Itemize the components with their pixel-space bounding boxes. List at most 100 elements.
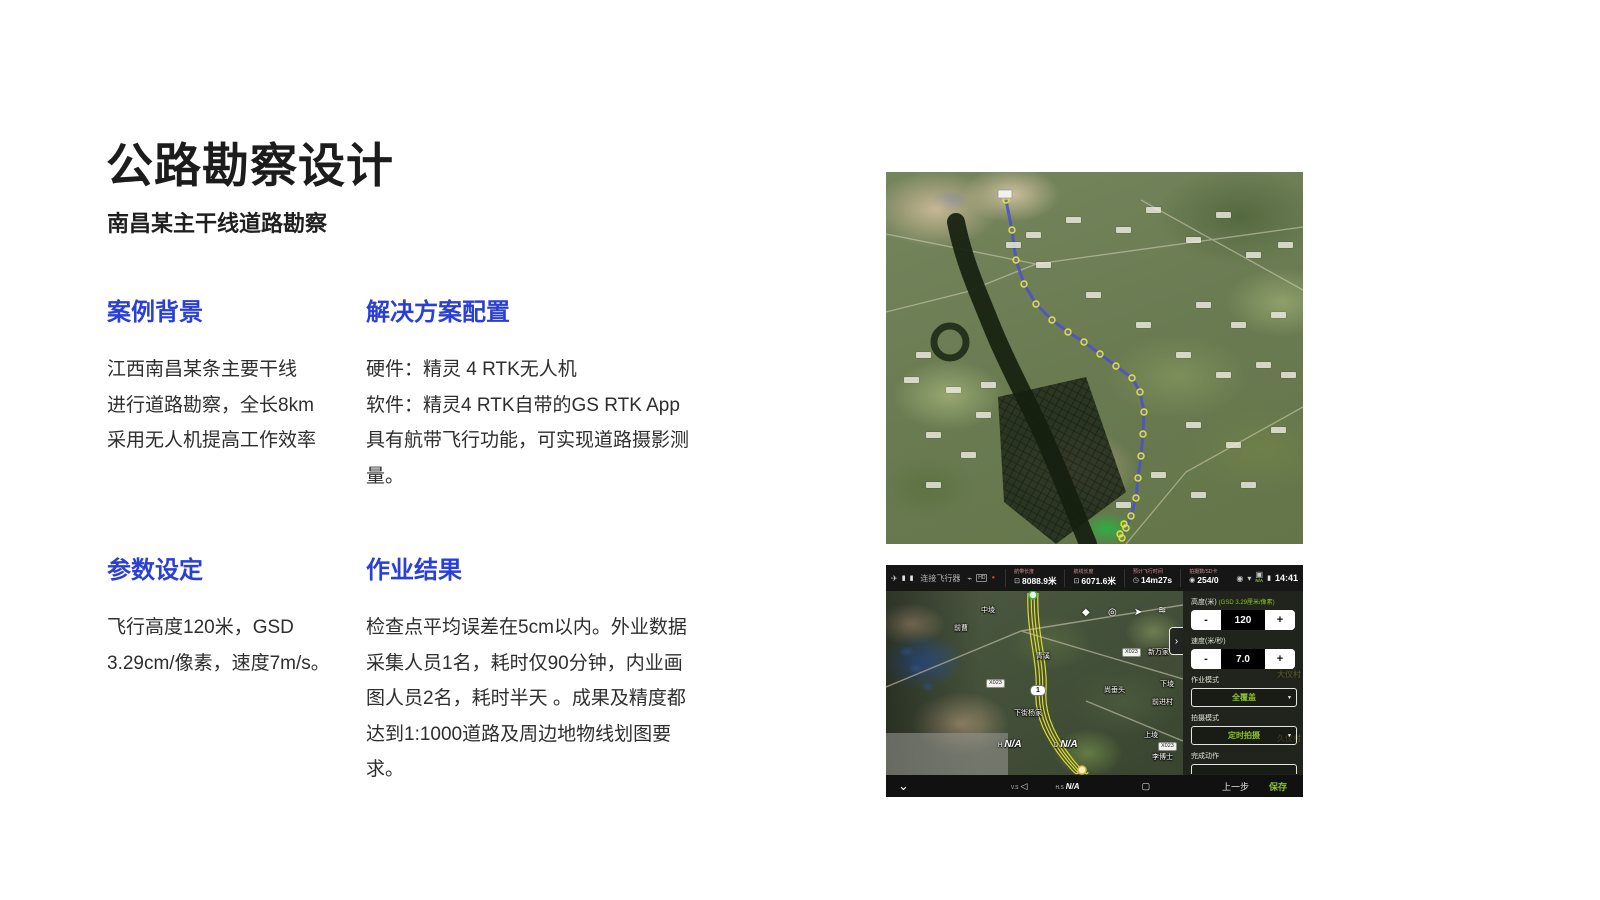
map-label-chip: [1116, 227, 1131, 233]
gimbal-icon: ⌁: [967, 574, 972, 583]
speed-stepper: - 7.0 +: [1191, 649, 1295, 669]
locate-icon[interactable]: ◎: [1108, 607, 1117, 618]
speed-label: 速度(米/秒): [1191, 636, 1295, 646]
location-pin-icon: ◉: [1236, 574, 1243, 583]
map-label-chip: [1271, 427, 1286, 433]
altitude-plus-button[interactable]: +: [1265, 610, 1295, 630]
map-label-chip: [1146, 207, 1161, 213]
finish-action-dropdown[interactable]: [1191, 764, 1297, 774]
corridor-start-marker: [1029, 591, 1037, 599]
map-label-chip: [1241, 482, 1256, 488]
work-mode-dropdown[interactable]: 全覆盖 ▼: [1191, 688, 1297, 707]
cast-icon: ▣ N/A: [1255, 572, 1263, 584]
corridor-end-marker: [1078, 766, 1086, 774]
map-label-chip: [981, 382, 996, 388]
map-label: 青溪: [1036, 651, 1050, 661]
altitude-label: 高度(米): [1191, 597, 1217, 607]
photo-icon: ⊡: [1073, 577, 1079, 585]
status-icons: ◉ ▾ ▣ N/A ▮ 14:41: [1236, 572, 1298, 584]
map-label: 中堎: [981, 605, 995, 615]
panel-collapse-button[interactable]: ›: [1169, 627, 1183, 655]
speaker-icon: ◁: [1021, 781, 1028, 792]
focus-icon[interactable]: ◆: [1082, 607, 1090, 618]
collapse-chevron-icon[interactable]: ⌄: [898, 781, 909, 791]
map-label: 尚垂头: [1104, 685, 1125, 695]
map-label: X023: [1122, 648, 1141, 657]
map-label-chip: [1186, 237, 1201, 243]
section-heading: 解决方案配置: [366, 292, 726, 327]
map-label: 李博士: [1152, 752, 1173, 762]
clock-time: 14:41: [1275, 573, 1298, 583]
chevron-down-icon: ▼: [1287, 733, 1292, 739]
horizontal-speed-indicator: H.S N/A: [1055, 782, 1079, 791]
speed-plus-button[interactable]: +: [1265, 649, 1295, 669]
route-map-overlay: [886, 172, 1303, 544]
altitude-value: 120: [1221, 610, 1265, 630]
map-label: 下街杨家: [1014, 708, 1042, 718]
map-label-chip: [1281, 372, 1296, 378]
map-label-chip: [1196, 302, 1211, 308]
app-bottom-bar: ⌄ V.S ◁ H.S N/A ▢ 上一步 保存: [886, 775, 1303, 797]
section-body: 江西南昌某条主要干线 进行道路勘察，全长8km 采用无人机提高工作效率: [107, 352, 362, 459]
map-label-chip: [946, 387, 961, 393]
section-body: 硬件：精灵 4 RTK无人机 软件：精灵4 RTK自带的GS RTK App 具…: [366, 352, 726, 494]
previous-step-button[interactable]: 上一步: [1222, 780, 1249, 793]
map-label: 上堎: [1144, 730, 1158, 740]
route-start-label-chip: [998, 190, 1012, 198]
map-label-chip: [1246, 252, 1261, 258]
wifi-icon: ▾: [1247, 574, 1251, 583]
vertical-speed-indicator: V.S ◁: [1011, 781, 1028, 792]
hd-badge: HD: [976, 574, 987, 582]
map-label: 前曹: [954, 623, 968, 633]
altitude-minus-button[interactable]: -: [1191, 610, 1221, 630]
map-label-chip: [1086, 292, 1101, 298]
map-label: 新万家: [1148, 647, 1169, 657]
connect-aircraft-status: 连接飞行器: [920, 573, 960, 584]
map-label: 大仪村: [1277, 669, 1301, 680]
section-case-background: 案例背景 江西南昌某条主要干线 进行道路勘察，全长8km 采用无人机提高工作效率: [107, 292, 362, 459]
map-label-chip: [1036, 262, 1051, 268]
section-body: 飞行高度120米，GSD 3.29cm/像素，速度7m/s。: [107, 610, 362, 681]
signal-na-status: N/A: [1255, 578, 1263, 584]
section-body: 检查点平均误差在5cm以内。外业数据 采集人员1名，耗时仅90分钟，内业画 图人…: [366, 610, 726, 788]
section-solution-config: 解决方案配置 硬件：精灵 4 RTK无人机 软件：精灵4 RTK自带的GS RT…: [366, 292, 726, 494]
map-label: 下堎: [1160, 679, 1174, 689]
map-label: X023: [986, 679, 1005, 688]
map-label-chip: [1271, 312, 1286, 318]
navigation-arrow-icon[interactable]: ➤: [1134, 607, 1142, 618]
map-label: X023: [1158, 742, 1177, 751]
route-number-badge: 1: [1030, 685, 1046, 696]
layers-icon[interactable]: ≋: [1158, 605, 1166, 616]
stat-photo-count: 拍摄数/SD卡 ◉254/0: [1180, 569, 1226, 587]
stop-square-icon[interactable]: ▢: [1142, 781, 1151, 792]
stat-flight-time: 预计飞行时间 ◷14m27s: [1124, 569, 1180, 587]
speed-minus-button[interactable]: -: [1191, 649, 1221, 669]
flight-stats: 航带长度 ⊡8088.9米 航线长度 ⊡6071.6米 预计飞行时间 ◷14m2…: [1005, 569, 1226, 587]
map-label-chip: [1231, 322, 1246, 328]
stat-route-length: 航带长度 ⊡8088.9米: [1005, 569, 1064, 587]
map-label-chip: [1066, 217, 1081, 223]
shoot-mode-dropdown[interactable]: 定时拍摄 ▼: [1191, 726, 1297, 745]
gs-rtk-app-screenshot: ✈ ▮ ▮ 连接飞行器 ⌁ HD ● 航带长度 ⊡8088.9米 航线长度 ⊡6…: [886, 565, 1303, 797]
map-label-chip: [904, 377, 919, 383]
map-label-chip: [1186, 422, 1201, 428]
section-heading: 作业结果: [366, 550, 726, 585]
blurred-region: [886, 733, 1008, 775]
mission-settings-panel: 大仪村 久仪村 高度(米) (GSD 3.29厘米/像素) - 120 + 速度…: [1183, 591, 1303, 775]
page-title: 公路勘察设计: [106, 127, 394, 196]
record-status-icon: ●: [991, 575, 995, 581]
remote-controller-icon: ✈: [891, 574, 898, 583]
map-label-chip: [1136, 322, 1151, 328]
map-label-chip: [1176, 352, 1191, 358]
page-subtitle: 南昌某主干线道路勘察: [107, 206, 327, 238]
save-button[interactable]: 保存: [1269, 780, 1287, 793]
map-label-chip: [1151, 472, 1166, 478]
section-heading: 案例背景: [107, 292, 362, 327]
map-label-chip: [1256, 362, 1271, 368]
map-label-chip: [961, 452, 976, 458]
chevron-down-icon: ▼: [1287, 695, 1292, 701]
section-parameters: 参数设定 飞行高度120米，GSD 3.29cm/像素，速度7m/s。: [107, 550, 362, 681]
app-map-view[interactable]: 中堎前曹X023青溪X023新万家下堎尚垂头前进村下街杨家上堎X023李博士 ◆…: [886, 591, 1183, 775]
shoot-mode-label: 拍摄模式: [1191, 713, 1295, 723]
section-heading: 参数设定: [107, 550, 362, 585]
